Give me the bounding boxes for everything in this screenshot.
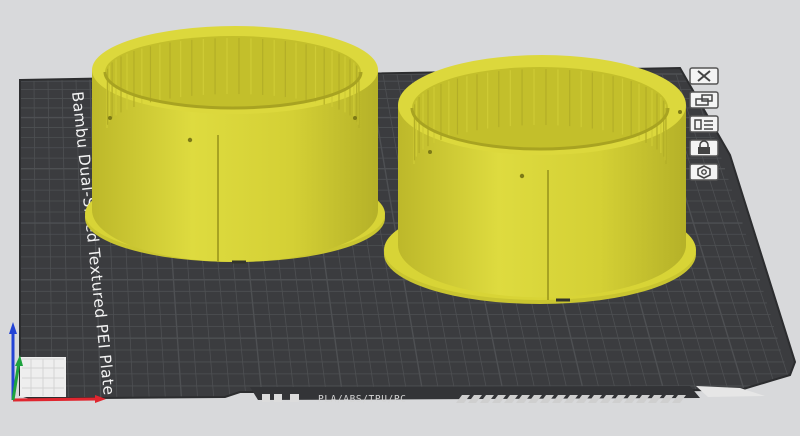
delete-plate-button[interactable]: [688, 66, 720, 86]
x-axis: [12, 397, 99, 402]
settings-icon: [689, 163, 719, 181]
model-cup-right[interactable]: [384, 55, 696, 304]
plate-icon: [262, 394, 270, 402]
arrange-button[interactable]: [688, 114, 720, 134]
3d-viewport[interactable]: Bambu Dual-Sided Textured PEI Plate PLA/…: [0, 0, 800, 436]
close-icon: [689, 67, 719, 85]
plate-icon: [274, 394, 282, 402]
qr-icon: [290, 394, 299, 402]
plate-toolbar: [688, 66, 722, 186]
model-cup-left[interactable]: [85, 26, 385, 264]
auto-orient-button[interactable]: [688, 90, 720, 110]
lock-icon: [689, 139, 719, 157]
orient-icon: [689, 91, 719, 109]
lock-plate-button[interactable]: [688, 138, 720, 158]
build-plate-scene[interactable]: Bambu Dual-Sided Textured PEI Plate PLA/…: [0, 0, 800, 436]
arrange-icon: [689, 115, 719, 133]
plate-settings-button[interactable]: [688, 162, 720, 182]
filament-types-label: PLA/ABS/TPU/PC: [318, 394, 406, 405]
